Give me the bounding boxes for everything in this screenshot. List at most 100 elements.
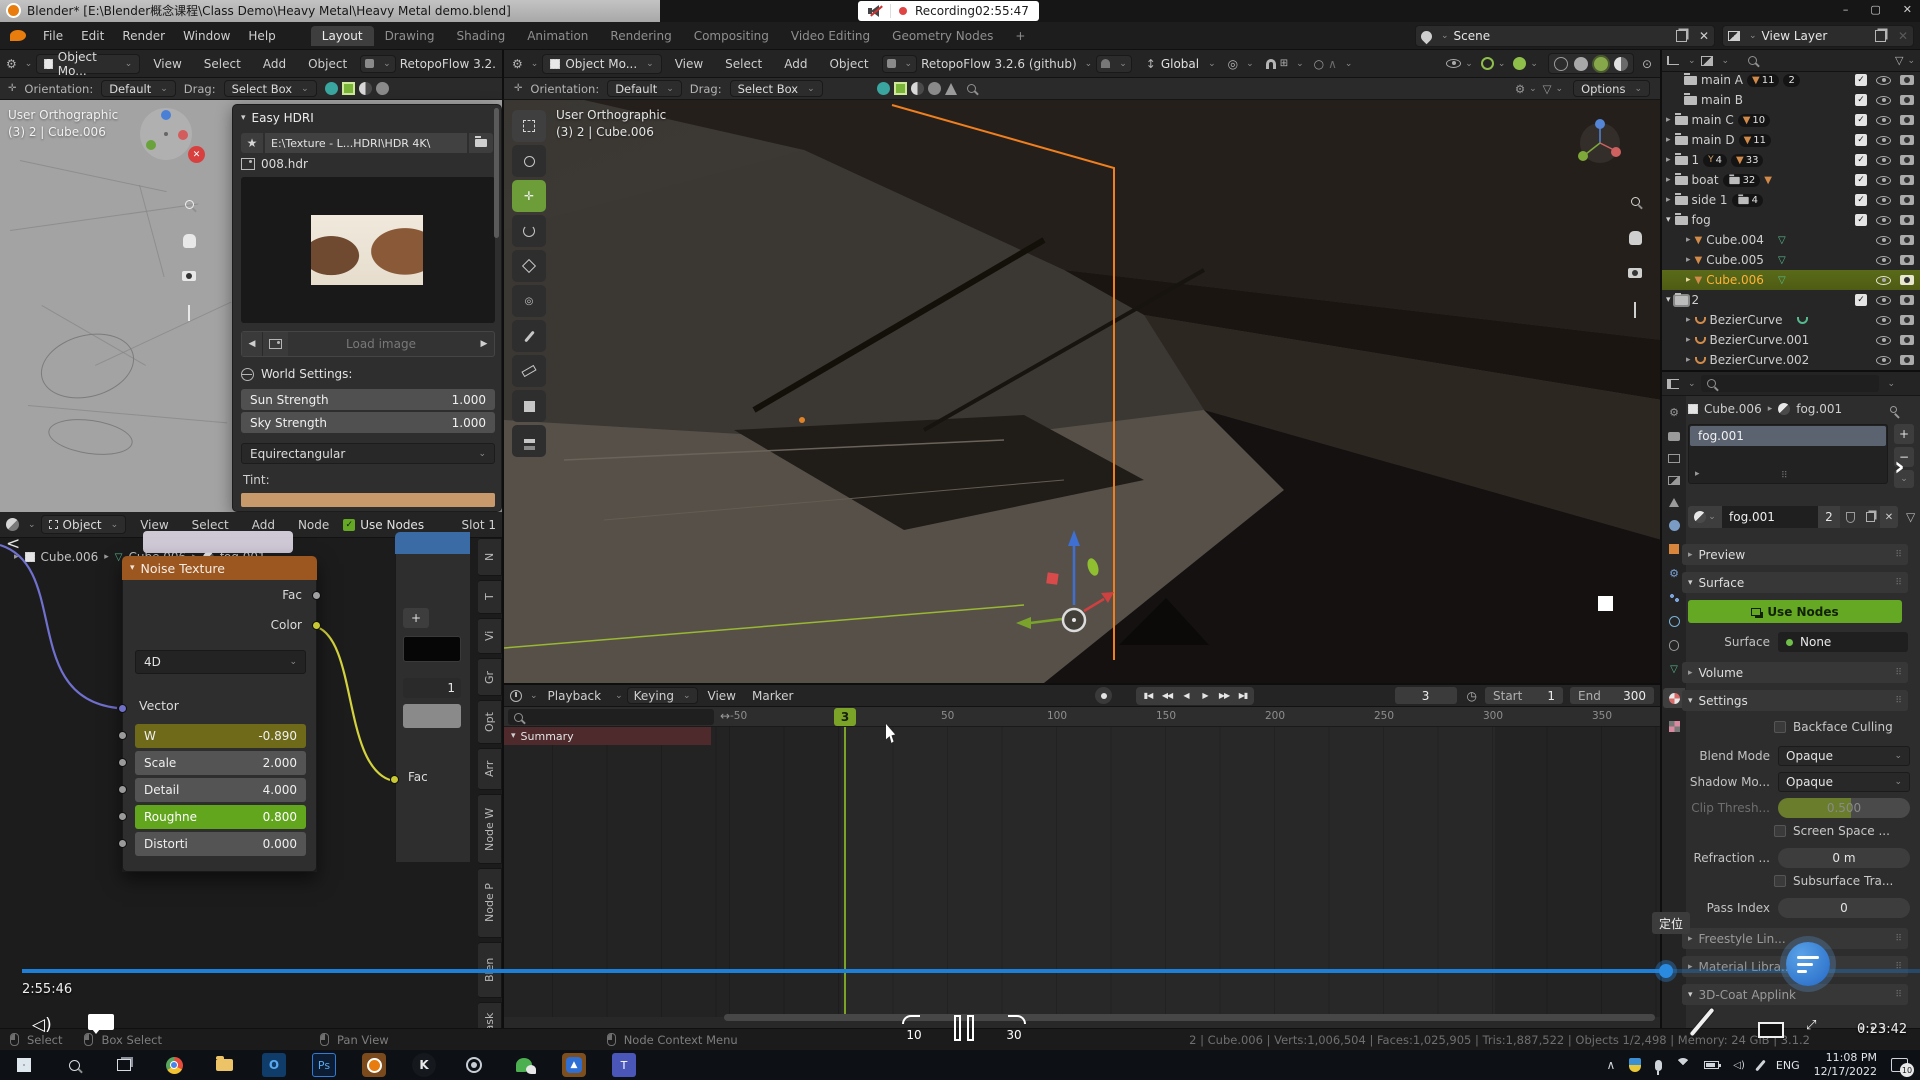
disable-render-icon[interactable] bbox=[1900, 315, 1914, 325]
snap-magnet-icon[interactable] bbox=[1266, 59, 1276, 69]
breadcrumb-object[interactable]: Cube.006 bbox=[1704, 402, 1762, 416]
language-indicator[interactable]: ENG bbox=[1776, 1059, 1800, 1072]
retopoflow-menu[interactable]: RetopoFlow 3.2. bbox=[400, 57, 496, 71]
tool-cursor[interactable] bbox=[512, 145, 546, 177]
menu-add[interactable]: Add bbox=[254, 57, 295, 71]
hide-eye-icon[interactable] bbox=[1876, 336, 1891, 345]
disable-render-icon[interactable] bbox=[1900, 115, 1914, 125]
color-output-socket[interactable] bbox=[312, 621, 321, 630]
roughness-field[interactable]: Roughne0.800 bbox=[135, 805, 306, 829]
material-name-field[interactable]: fog.001 bbox=[1722, 506, 1818, 528]
display-mode-icon[interactable] bbox=[1096, 55, 1132, 73]
expand-icon[interactable] bbox=[1666, 155, 1671, 165]
menu-select[interactable]: Select bbox=[195, 57, 250, 71]
material-slot-selected[interactable]: fog.001 bbox=[1690, 426, 1886, 446]
retopoflow-menu[interactable]: RetopoFlow 3.2.6 (github) bbox=[921, 57, 1077, 71]
shading-solid-icon[interactable] bbox=[1574, 57, 1588, 71]
recorder-icon[interactable] bbox=[462, 1053, 486, 1077]
collection-checkbox[interactable] bbox=[1855, 94, 1867, 106]
outliner-item-label[interactable]: 1 bbox=[1692, 153, 1700, 167]
menu-window[interactable]: Window bbox=[174, 29, 239, 43]
camera-view-icon[interactable] bbox=[1628, 267, 1642, 281]
fac-input-socket[interactable] bbox=[390, 775, 399, 784]
summary-channel[interactable]: Summary bbox=[504, 727, 711, 745]
tool-annotate[interactable] bbox=[512, 320, 546, 352]
video-progress-knob[interactable] bbox=[1659, 964, 1673, 978]
start-button[interactable] bbox=[12, 1053, 36, 1077]
outliner-row[interactable]: fog bbox=[1662, 210, 1920, 230]
grid-toggle-icon[interactable] bbox=[188, 306, 190, 320]
expand-icon[interactable] bbox=[1686, 335, 1691, 345]
surface-value-field[interactable]: None bbox=[1778, 632, 1908, 652]
orientation-dropdown[interactable]: Default bbox=[101, 80, 176, 97]
play-reverse-button[interactable]: ◀ bbox=[1176, 688, 1195, 704]
disable-render-icon[interactable] bbox=[1900, 175, 1914, 185]
disable-render-icon[interactable] bbox=[1900, 95, 1914, 105]
hide-eye-icon[interactable] bbox=[1876, 236, 1891, 245]
w-input-socket[interactable] bbox=[118, 731, 127, 740]
load-image-button[interactable]: Load image bbox=[288, 337, 474, 351]
overlays-toggle-icon[interactable] bbox=[1513, 57, 1526, 70]
hide-eye-icon[interactable] bbox=[1876, 156, 1891, 165]
outlook-icon[interactable]: O bbox=[262, 1053, 286, 1077]
proportional-edit-icon[interactable]: ○ bbox=[1314, 57, 1324, 71]
photoshop-icon[interactable]: Ps bbox=[312, 1053, 336, 1077]
vector-input-socket[interactable] bbox=[118, 704, 127, 713]
file-explorer-icon[interactable] bbox=[212, 1053, 236, 1077]
sidebar-tab-vi[interactable]: Vi bbox=[478, 618, 502, 654]
scene-copy-icon[interactable] bbox=[1676, 30, 1687, 42]
outliner-item-label[interactable]: main B bbox=[1701, 93, 1743, 107]
node-header[interactable]: Noise Texture bbox=[122, 556, 317, 580]
pan-hand-icon[interactable] bbox=[183, 234, 196, 248]
blend-mode-dropdown[interactable]: Opaque bbox=[1778, 746, 1910, 766]
player-rewind-button[interactable]: 10 bbox=[898, 1015, 930, 1045]
outliner-item-label[interactable]: main C bbox=[1692, 113, 1734, 127]
render-preview-icon[interactable]: ⊙ bbox=[1642, 57, 1652, 71]
outliner-row[interactable]: BezierCurve bbox=[1662, 310, 1920, 330]
menu-object[interactable]: Object bbox=[820, 57, 877, 71]
tab-render-icon[interactable] bbox=[1668, 432, 1680, 441]
active-blue-app-icon[interactable]: ▲ bbox=[562, 1053, 586, 1077]
collection-checkbox[interactable] bbox=[1855, 154, 1867, 166]
section-volume[interactable]: Volume bbox=[1682, 662, 1908, 683]
section-preview[interactable]: Preview bbox=[1682, 544, 1908, 565]
add-slot-button[interactable]: + bbox=[1894, 424, 1914, 444]
slot-expand-icon[interactable] bbox=[1695, 469, 1700, 479]
tab-scene-icon[interactable] bbox=[1669, 498, 1679, 507]
transform-orientation-dropdown[interactable]: ↕Global bbox=[1146, 57, 1216, 71]
expand-icon[interactable] bbox=[1686, 355, 1691, 365]
scene-selector[interactable]: Scene ✕ bbox=[1415, 25, 1715, 47]
subsurface-checkbox[interactable] bbox=[1774, 875, 1786, 887]
outliner-item-label[interactable]: fog bbox=[1692, 213, 1711, 227]
matcap-swatch-icon[interactable] bbox=[325, 82, 338, 95]
collection-checkbox[interactable] bbox=[1855, 74, 1867, 86]
cube-swatch-icon[interactable] bbox=[894, 82, 907, 95]
tab-object-icon[interactable] bbox=[1669, 544, 1679, 554]
outliner-row[interactable]: main A 11 2 bbox=[1662, 70, 1920, 90]
player-pause-button[interactable] bbox=[952, 1015, 978, 1041]
hide-eye-icon[interactable] bbox=[1876, 256, 1891, 265]
stopwatch-icon[interactable]: ◷ bbox=[1467, 689, 1477, 703]
tool-scale[interactable] bbox=[512, 250, 546, 282]
new-material-copy-icon[interactable] bbox=[1860, 506, 1880, 528]
navigation-gizmo[interactable] bbox=[140, 108, 192, 160]
start-frame-field[interactable]: Start1 bbox=[1485, 687, 1563, 704]
outliner-item-label[interactable]: BezierCurve.001 bbox=[1710, 333, 1810, 347]
clock[interactable]: 11:08 PM 12/17/2022 bbox=[1814, 1051, 1877, 1079]
noise-texture-node[interactable]: Noise Texture Fac Color 4D Vector W-0.89… bbox=[122, 556, 317, 872]
sidebar-tab-t[interactable]: T bbox=[478, 580, 502, 614]
outliner-row[interactable]: main D 11 bbox=[1662, 130, 1920, 150]
view-layer-unlink-icon[interactable]: ✕ bbox=[1898, 29, 1908, 43]
sidebar-tab-gr[interactable]: Gr bbox=[478, 658, 502, 696]
hide-eye-icon[interactable] bbox=[1876, 96, 1891, 105]
roughness-input-socket[interactable] bbox=[118, 812, 127, 821]
material-slot-list[interactable]: fog.001 bbox=[1688, 424, 1888, 484]
wechat-icon[interactable] bbox=[512, 1053, 536, 1077]
tab-modifiers-icon[interactable]: ⚙ bbox=[1669, 567, 1679, 580]
backface-culling-checkbox[interactable] bbox=[1774, 721, 1786, 733]
overlay-filter-icon[interactable]: ▽ bbox=[1543, 82, 1552, 96]
cube-swatch-icon[interactable] bbox=[342, 82, 355, 95]
minimize-button[interactable]: – bbox=[1843, 3, 1849, 16]
outliner-item-label[interactable]: side 1 bbox=[1692, 193, 1728, 207]
hide-eye-icon[interactable] bbox=[1876, 76, 1891, 85]
